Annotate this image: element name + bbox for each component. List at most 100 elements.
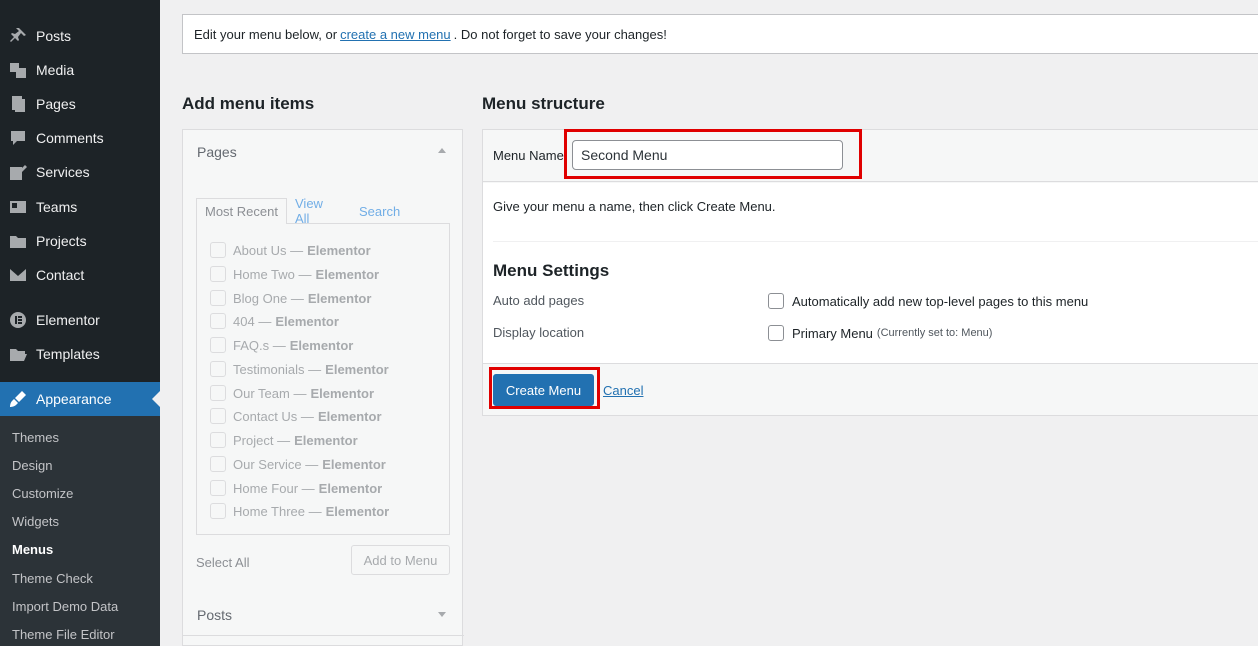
menu-name-label: Menu Name <box>493 148 564 163</box>
sidebar-item-teams[interactable]: Teams <box>0 190 160 224</box>
sidebar-item-pages[interactable]: Pages <box>0 87 160 121</box>
list-item[interactable]: Project — Elementor <box>210 432 358 448</box>
envelope-icon <box>0 265 36 285</box>
collapse-arrow-icon[interactable] <box>438 148 446 153</box>
sidebar-item-label: Templates <box>36 346 100 362</box>
auto-add-pages-label: Auto add pages <box>493 293 585 308</box>
tab-search[interactable]: Search <box>359 198 400 224</box>
pin-icon <box>0 26 36 46</box>
notice-text: Edit your menu below, or <box>194 26 338 42</box>
checkbox[interactable] <box>210 290 226 306</box>
sidebar-item-contact[interactable]: Contact <box>0 258 160 292</box>
tab-view-all[interactable]: View All <box>295 196 323 226</box>
checkbox[interactable] <box>210 480 226 496</box>
appearance-submenu: Themes Design Customize Widgets Menus Th… <box>0 416 160 646</box>
divider <box>493 241 1258 242</box>
menu-body: Give your menu a name, then click Create… <box>483 183 1258 363</box>
expand-arrow-icon[interactable] <box>438 612 446 617</box>
pages-accordion-title[interactable]: Pages <box>197 144 237 160</box>
sidebar-item-media[interactable]: Media <box>0 53 160 87</box>
submenu-item-widgets[interactable]: Widgets <box>12 514 59 529</box>
folder-open-icon <box>0 344 36 364</box>
tab-most-recent[interactable]: Most Recent <box>196 198 287 224</box>
submenu-item-import-demo-data[interactable]: Import Demo Data <box>12 599 118 614</box>
list-item[interactable]: Home Four — Elementor <box>210 480 382 496</box>
submenu-item-themes[interactable]: Themes <box>12 430 59 445</box>
folder-icon <box>0 231 36 251</box>
sidebar-item-label: Services <box>36 164 90 180</box>
sidebar-item-posts[interactable]: Posts <box>0 19 160 53</box>
list-item[interactable]: About Us — Elementor <box>210 242 371 258</box>
sidebar-item-label: Pages <box>36 96 76 112</box>
sidebar-item-comments[interactable]: Comments <box>0 121 160 155</box>
checkbox[interactable] <box>210 408 226 424</box>
sidebar-item-label: Teams <box>36 199 78 215</box>
menu-structure-heading: Menu structure <box>482 94 605 113</box>
sidebar-item-elementor[interactable]: Elementor <box>0 303 160 337</box>
list-item[interactable]: Contact Us — Elementor <box>210 408 382 424</box>
menu-instructions: Give your menu a name, then click Create… <box>493 199 776 214</box>
submenu-item-theme-file-editor[interactable]: Theme File Editor <box>12 627 115 642</box>
primary-menu-option[interactable]: Primary Menu (Currently set to: Menu) <box>768 325 992 341</box>
list-item[interactable]: 404 — Elementor <box>210 313 339 329</box>
sidebar-item-label: Posts <box>36 28 72 44</box>
checkbox[interactable] <box>210 385 226 401</box>
list-item[interactable]: Testimonials — Elementor <box>210 361 389 377</box>
list-item[interactable]: Home Two — Elementor <box>210 266 379 282</box>
divider <box>183 635 464 636</box>
sidebar-item-projects[interactable]: Projects <box>0 224 160 258</box>
list-item[interactable]: Our Service — Elementor <box>210 456 386 472</box>
select-all-link[interactable]: Select All <box>196 555 249 570</box>
display-location-label: Display location <box>493 325 585 340</box>
sidebar-item-label: Comments <box>36 130 104 146</box>
elementor-icon <box>0 310 36 330</box>
media-icon <box>0 60 36 80</box>
sidebar-item-label: Media <box>36 62 75 78</box>
checkbox[interactable] <box>210 432 226 448</box>
notice-bar: Edit your menu below, or create a new me… <box>182 14 1258 54</box>
checkbox[interactable] <box>210 503 226 519</box>
sidebar-item-appearance[interactable]: Appearance <box>0 382 160 416</box>
submenu-item-theme-check[interactable]: Theme Check <box>12 571 93 586</box>
submenu-item-customize[interactable]: Customize <box>12 486 73 501</box>
menu-settings-title: Menu Settings <box>493 261 610 280</box>
sidebar-item-label: Contact <box>36 267 85 283</box>
notice-text-after: . Do not forget to save your changes! <box>453 26 667 42</box>
sidebar-item-services[interactable]: Services <box>0 155 160 189</box>
auto-add-option-text: Automatically add new top-level pages to… <box>792 293 1089 309</box>
admin-sidebar: Posts Media Pages Comments Services Team… <box>0 0 160 646</box>
checkbox[interactable] <box>210 337 226 353</box>
checkbox[interactable] <box>210 361 226 377</box>
create-new-menu-link[interactable]: create a new menu <box>340 27 451 42</box>
posts-accordion-title[interactable]: Posts <box>197 607 232 623</box>
auto-add-pages-option[interactable]: Automatically add new top-level pages to… <box>768 293 1088 309</box>
sidebar-item-label: Elementor <box>36 312 100 328</box>
submenu-item-menus[interactable]: Menus <box>12 542 53 557</box>
primary-menu-text: Primary Menu <box>792 325 873 341</box>
list-item[interactable]: Our Team — Elementor <box>210 385 374 401</box>
submenu-item-design[interactable]: Design <box>12 458 52 473</box>
sidebar-item-label: Projects <box>36 233 87 249</box>
checkbox[interactable] <box>210 456 226 472</box>
comment-icon <box>0 128 36 148</box>
add-to-menu-button[interactable]: Add to Menu <box>351 545 450 575</box>
list-item[interactable]: FAQ.s — Elementor <box>210 337 353 353</box>
edit-icon <box>0 162 36 182</box>
list-item[interactable]: Blog One — Elementor <box>210 290 371 306</box>
primary-menu-checkbox[interactable] <box>768 325 784 341</box>
cancel-link[interactable]: Cancel <box>603 383 643 398</box>
add-menu-items-heading: Add menu items <box>182 94 315 113</box>
sidebar-item-templates[interactable]: Templates <box>0 337 160 371</box>
id-card-icon <box>0 197 36 217</box>
checkbox[interactable] <box>210 266 226 282</box>
create-menu-highlight-box <box>489 367 600 409</box>
checkbox[interactable] <box>210 313 226 329</box>
pages-accordion: Pages Most Recent View All Search About … <box>182 129 463 594</box>
pages-checklist: About Us — Elementor Home Two — Elementor … <box>196 223 450 535</box>
sidebar-item-label: Appearance <box>36 391 112 407</box>
pages-icon <box>0 94 36 114</box>
list-item[interactable]: Home Three — Elementor <box>210 503 389 519</box>
checkbox[interactable] <box>210 242 226 258</box>
brush-icon <box>0 389 36 409</box>
auto-add-checkbox[interactable] <box>768 293 784 309</box>
